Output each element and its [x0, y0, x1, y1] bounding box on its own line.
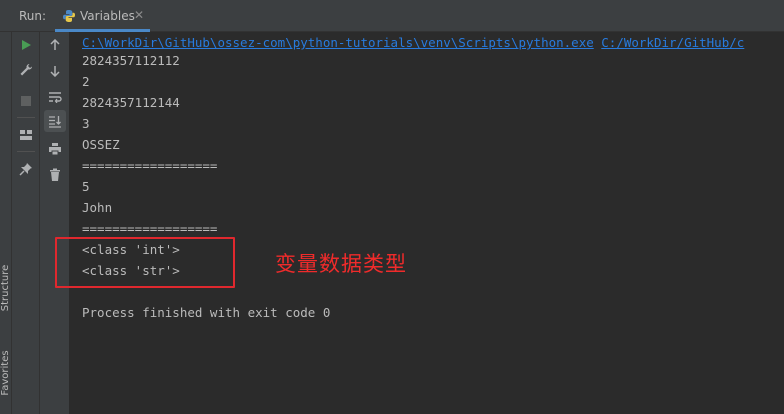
trash-icon: [50, 168, 60, 181]
output-line: ==================: [82, 221, 218, 236]
output-line: 3: [82, 116, 90, 131]
output-line: 2824357112144: [82, 95, 180, 110]
run-toolbar-primary: [12, 32, 40, 414]
close-icon[interactable]: ✕: [134, 8, 144, 22]
print-icon: [49, 143, 61, 156]
exit-message: Process finished with exit code 0: [82, 305, 331, 320]
annotation-label: 变量数据类型: [275, 252, 407, 276]
stop-button[interactable]: [15, 90, 37, 112]
output-line: OSSEZ: [82, 137, 120, 152]
edit-configuration-button[interactable]: [15, 59, 37, 81]
down-stack-trace-button[interactable]: [44, 60, 66, 82]
pin-icon: [19, 163, 32, 176]
favorites-stripe-button[interactable]: Favorites: [0, 345, 12, 401]
output-line: 2: [82, 74, 90, 89]
tab-variables[interactable]: Variables ✕: [55, 0, 150, 32]
clear-all-button[interactable]: [44, 164, 66, 186]
structure-stripe-button[interactable]: Structure: [0, 260, 12, 316]
output-line: ==================: [82, 158, 218, 173]
output-line: 5: [82, 179, 90, 194]
rerun-button[interactable]: [15, 34, 37, 56]
wrench-icon: [20, 63, 33, 76]
tab-label: Variables: [80, 9, 135, 23]
script-path-link[interactable]: C:/WorkDir/GitHub/c: [601, 35, 744, 50]
run-toolbar-secondary: [40, 32, 70, 414]
python-icon: [63, 10, 75, 22]
toolbar-divider: [17, 117, 35, 118]
run-toolwindow-header: Run: Variables ✕: [0, 0, 784, 32]
print-button[interactable]: [44, 138, 66, 160]
layout-icon: [20, 130, 32, 140]
run-label: Run:: [19, 9, 47, 23]
toolbar-divider: [17, 151, 35, 152]
output-line: John: [82, 200, 113, 215]
interpreter-path-link[interactable]: C:\WorkDir\GitHub\ossez-com\python-tutor…: [82, 35, 594, 50]
soft-wrap-button[interactable]: [44, 86, 66, 108]
up-arrow-icon: [50, 39, 60, 50]
left-stripe: Structure Favorites: [0, 32, 12, 414]
scroll-to-end-button[interactable]: [44, 110, 66, 132]
scroll-to-end-icon: [49, 116, 61, 128]
command-line: C:\WorkDir\GitHub\ossez-com\python-tutor…: [82, 32, 744, 53]
restore-layout-button[interactable]: [15, 124, 37, 146]
down-arrow-icon: [50, 66, 60, 77]
console-output[interactable]: C:\WorkDir\GitHub\ossez-com\python-tutor…: [70, 32, 784, 414]
up-stack-trace-button[interactable]: [44, 34, 66, 56]
highlight-box: [55, 237, 235, 288]
play-icon: [22, 40, 31, 50]
pin-tab-button[interactable]: [15, 158, 37, 180]
output-line: 2824357112112: [82, 53, 180, 68]
stop-icon: [21, 96, 31, 106]
soft-wrap-icon: [49, 92, 62, 103]
